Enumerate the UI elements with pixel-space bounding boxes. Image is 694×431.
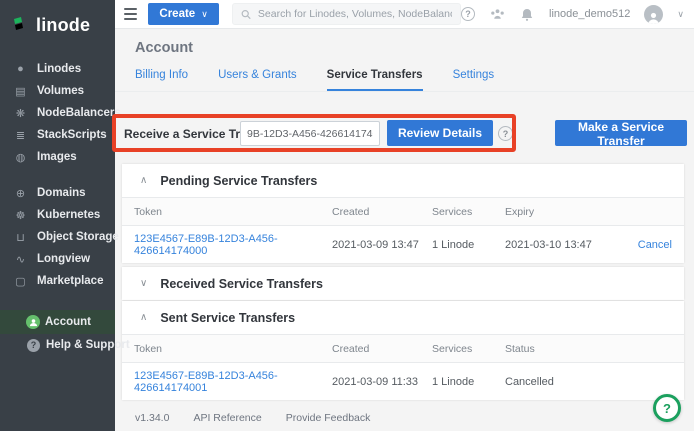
tab-users-grants[interactable]: Users & Grants — [218, 69, 297, 91]
tabs-divider — [115, 91, 694, 92]
services-cell: 1 Linode — [432, 239, 505, 251]
column-token: Token — [134, 343, 332, 355]
topbar: Create ∨ ? linode_demo512 ∨ — [115, 0, 694, 29]
pulse-icon: ∿ — [13, 253, 28, 266]
tab-billing-info[interactable]: Billing Info — [135, 69, 188, 91]
provide-feedback-link[interactable]: Provide Feedback — [286, 412, 371, 424]
sidebar-item-object-storage[interactable]: ⊔ Object Storage — [0, 226, 115, 248]
transfer-token-input[interactable] — [240, 121, 380, 146]
pending-table-header: Token Created Services Expiry — [122, 197, 684, 226]
linode-cloud-manager: linode ● Linodes ▤ Volumes ❋ NodeBalance… — [0, 0, 694, 431]
pending-transfers-header[interactable]: ∧ Pending Service Transfers — [122, 164, 684, 197]
services-cell: 1 Linode — [432, 376, 505, 388]
footer: v1.34.0 API Reference Provide Feedback — [135, 412, 370, 424]
sidebar-item-linodes[interactable]: ● Linodes — [0, 58, 115, 80]
created-cell: 2021-03-09 11:33 — [332, 376, 432, 388]
nodebalancers-icon: ❋ — [13, 107, 28, 120]
help-icon[interactable]: ? — [461, 7, 475, 21]
column-status: Status — [505, 343, 672, 355]
nav-divider — [0, 168, 115, 182]
cancel-link[interactable]: Cancel — [620, 239, 672, 251]
logo-text: linode — [36, 15, 90, 36]
help-question-icon: ? — [27, 339, 40, 352]
tab-service-transfers[interactable]: Service Transfers — [327, 69, 423, 91]
sidebar-item-kubernetes[interactable]: ☸ Kubernetes — [0, 204, 115, 226]
created-cell: 2021-03-09 13:47 — [332, 239, 432, 251]
column-created: Created — [332, 343, 432, 355]
page-title: Account — [135, 40, 193, 56]
avatar[interactable] — [644, 5, 663, 24]
account-menu-chevron-icon[interactable]: ∨ — [677, 9, 684, 20]
account-tabs: Billing Info Users & Grants Service Tran… — [135, 69, 494, 91]
sidebar-nav: ● Linodes ▤ Volumes ❋ NodeBalancers ≣ St… — [0, 58, 115, 356]
help-chat-bubble-icon[interactable]: ? — [653, 394, 681, 422]
community-icon[interactable] — [489, 6, 505, 22]
chevron-down-icon: ∨ — [140, 278, 147, 289]
linodes-icon: ● — [13, 63, 28, 75]
sidebar-item-marketplace[interactable]: ▢ Marketplace — [0, 270, 115, 292]
column-token: Token — [134, 206, 332, 218]
sidebar-item-longview[interactable]: ∿ Longview — [0, 248, 115, 270]
notifications-bell-icon[interactable] — [519, 6, 535, 22]
search-icon — [241, 9, 251, 20]
table-row: 123E4567-E89B-12D3-A456-426614174000 202… — [122, 226, 684, 263]
chevron-up-icon: ∧ — [140, 312, 147, 323]
sent-transfers-card: ∧ Sent Service Transfers Token Created S… — [122, 301, 684, 400]
sent-transfers-header[interactable]: ∧ Sent Service Transfers — [122, 301, 684, 334]
username[interactable]: linode_demo512 — [549, 8, 630, 20]
sidebar: linode ● Linodes ▤ Volumes ❋ NodeBalance… — [0, 0, 115, 431]
column-created: Created — [332, 206, 432, 218]
bucket-icon: ⊔ — [13, 231, 28, 244]
sidebar-item-account[interactable]: Account — [0, 310, 115, 334]
received-transfers-card: ∨ Received Service Transfers — [122, 267, 684, 300]
hamburger-menu-icon[interactable] — [124, 8, 137, 20]
review-details-button[interactable]: Review Details — [387, 120, 493, 146]
column-expiry: Expiry — [505, 206, 620, 218]
stackscripts-icon: ≣ — [13, 129, 28, 142]
nav-divider — [0, 292, 115, 310]
volumes-icon: ▤ — [13, 85, 28, 98]
sidebar-item-volumes[interactable]: ▤ Volumes — [0, 80, 115, 102]
app-version: v1.34.0 — [135, 412, 169, 424]
images-icon: ◍ — [13, 151, 28, 164]
sidebar-item-stackscripts[interactable]: ≣ StackScripts — [0, 124, 115, 146]
transfer-token-link[interactable]: 123E4567-E89B-12D3-A456-426614174000 — [134, 233, 332, 257]
kubernetes-wheel-icon: ☸ — [13, 209, 28, 222]
sidebar-item-domains[interactable]: ⊕ Domains — [0, 182, 115, 204]
tooltip-help-icon[interactable]: ? — [498, 126, 513, 141]
sidebar-item-help-support[interactable]: ? Help & Support — [0, 334, 115, 356]
column-services: Services — [432, 343, 505, 355]
sent-table-header: Token Created Services Status — [122, 334, 684, 363]
account-person-icon — [26, 315, 40, 329]
chevron-down-icon: ∨ — [201, 9, 208, 20]
received-transfers-header[interactable]: ∨ Received Service Transfers — [122, 267, 684, 300]
tab-settings[interactable]: Settings — [453, 69, 495, 91]
table-row: 123E4567-E89B-12D3-A456-426614174001 202… — [122, 363, 684, 400]
pending-transfers-card: ∧ Pending Service Transfers Token Create… — [122, 164, 684, 263]
sidebar-item-nodebalancers[interactable]: ❋ NodeBalancers — [0, 102, 115, 124]
create-button[interactable]: Create ∨ — [148, 3, 218, 25]
linode-logo-icon — [12, 17, 29, 35]
main-content: Account Billing Info Users & Grants Serv… — [115, 29, 694, 431]
global-search[interactable] — [232, 3, 461, 25]
search-input[interactable] — [258, 8, 452, 20]
sidebar-item-images[interactable]: ◍ Images — [0, 146, 115, 168]
topbar-icons: ? linode_demo512 ∨ — [461, 5, 694, 24]
transfer-token-link[interactable]: 123E4567-E89B-12D3-A456-426614174001 — [134, 370, 332, 394]
status-cell: Cancelled — [505, 376, 672, 388]
shopping-bag-icon: ▢ — [13, 275, 28, 288]
make-service-transfer-button[interactable]: Make a Service Transfer — [555, 120, 687, 146]
api-reference-link[interactable]: API Reference — [193, 412, 261, 424]
chevron-up-icon: ∧ — [140, 175, 147, 186]
expiry-cell: 2021-03-10 13:47 — [505, 239, 620, 251]
globe-icon: ⊕ — [13, 187, 28, 200]
linode-logo[interactable]: linode — [0, 0, 115, 42]
column-services: Services — [432, 206, 505, 218]
